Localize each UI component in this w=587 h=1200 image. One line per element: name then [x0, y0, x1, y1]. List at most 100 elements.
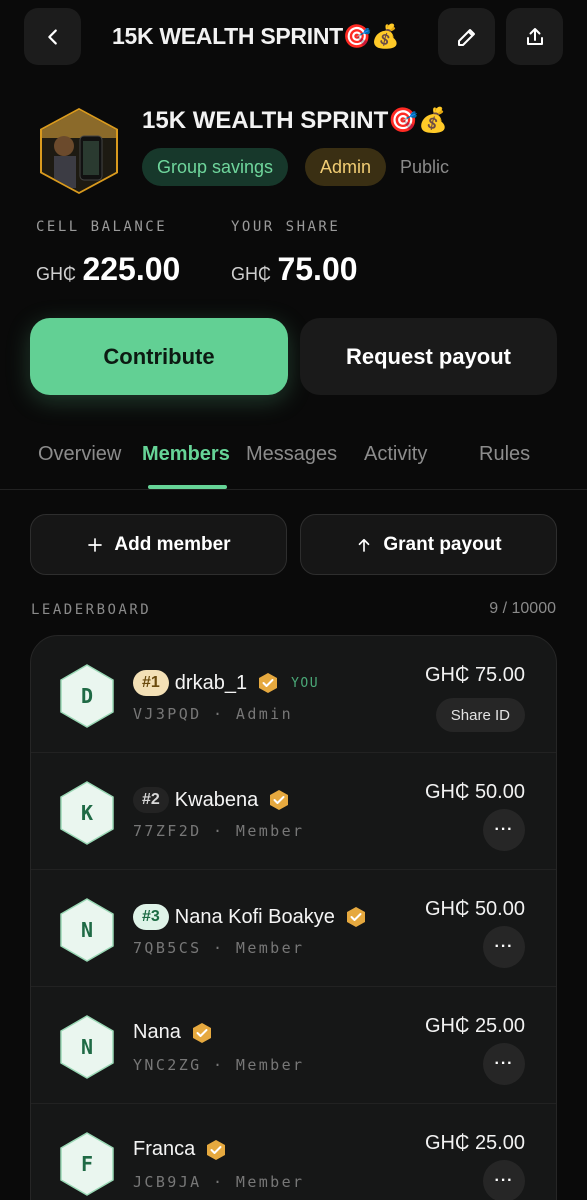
member-role: Member: [235, 822, 305, 840]
member-name: Nana Kofi Boakye: [174, 905, 335, 928]
member-name-line: Franca: [133, 1138, 227, 1161]
member-code: VJ3PQD: [133, 705, 202, 723]
member-avatar: N: [60, 1015, 114, 1079]
member-avatar: K: [60, 781, 114, 845]
member-initial: K: [81, 801, 93, 825]
currency-symbol: GH₵: [36, 264, 76, 284]
member-row[interactable]: K #2 Kwabena 77ZF2D · Member GH₵ 50.00 ·…: [31, 753, 556, 870]
leaderboard-list: D #1 drkab_1 YOU VJ3PQD · Admin GH₵ 75.0…: [30, 635, 557, 1200]
verified-badge-icon: [270, 790, 289, 810]
top-bar: 15K WEALTH SPRINT🎯💰: [24, 8, 563, 66]
member-name: Kwabena: [174, 788, 259, 811]
rank-badge: #3: [133, 904, 169, 930]
request-payout-button[interactable]: Request payout: [300, 318, 557, 395]
cell-balance-value: GH₵ 225.00: [36, 251, 180, 288]
add-member-label: Add member: [114, 533, 231, 555]
verified-badge-icon: [207, 1139, 226, 1160]
member-code: YNC2ZG: [133, 1056, 202, 1074]
your-share-amount: 75.00: [277, 251, 358, 287]
member-avatar: F: [60, 1132, 114, 1196]
role-badge: Admin: [305, 148, 387, 186]
arrow-up-icon: [359, 538, 370, 552]
group-type-badge: Group savings: [142, 148, 289, 186]
contribute-button[interactable]: Contribute: [30, 318, 288, 395]
more-options-button[interactable]: ···: [483, 1043, 525, 1085]
more-options-button[interactable]: ···: [483, 809, 525, 851]
add-member-button[interactable]: Add member: [30, 514, 287, 575]
your-share-value: GH₵ 75.00: [231, 251, 358, 288]
ellipsis-icon: ···: [494, 1172, 514, 1189]
back-button[interactable]: [24, 8, 81, 65]
member-row[interactable]: N Nana YNC2ZG · Member GH₵ 25.00 ···: [31, 987, 556, 1104]
member-amount: GH₵ 25.00: [424, 1015, 525, 1037]
currency-symbol: GH₵: [231, 264, 271, 284]
member-initial: N: [81, 1035, 93, 1059]
member-amount: GH₵ 50.00: [424, 898, 525, 920]
member-meta: YNC2ZG · Member: [133, 1056, 305, 1074]
member-code: 77ZF2D: [133, 822, 202, 840]
member-avatar: D: [60, 664, 114, 728]
member-name-line: Nana: [133, 1021, 213, 1044]
member-initial: F: [81, 1152, 93, 1176]
your-share-label: YOUR SHARE: [231, 219, 341, 235]
grant-payout-button[interactable]: Grant payout: [300, 514, 557, 575]
member-avatar: N: [60, 898, 114, 962]
verified-badge-icon: [192, 1022, 211, 1043]
member-role: Admin: [235, 705, 294, 723]
ellipsis-icon: ···: [494, 821, 514, 838]
visibility-label: Public: [400, 156, 450, 177]
tab-activity[interactable]: Activity: [364, 443, 427, 466]
tab-members[interactable]: Members: [142, 443, 230, 466]
page-title: 15K WEALTH SPRINT🎯💰: [112, 23, 400, 49]
member-amount: GH₵ 75.00: [424, 664, 525, 686]
more-options-button[interactable]: ···: [483, 1160, 525, 1200]
tab-messages[interactable]: Messages: [246, 443, 337, 466]
member-meta: 7QB5CS · Member: [133, 939, 305, 957]
member-name-line: #2 Kwabena: [133, 787, 290, 813]
member-row[interactable]: F Franca JCB9JA · Member GH₵ 25.00 ···: [31, 1104, 556, 1200]
cell-balance-amount: 225.00: [82, 251, 181, 287]
share-id-button[interactable]: Share ID: [435, 698, 525, 732]
member-code: 7QB5CS: [133, 939, 202, 957]
member-count: 9 / 10000: [489, 600, 556, 617]
pencil-icon: [457, 28, 475, 46]
share-button[interactable]: [506, 8, 563, 65]
verified-badge-icon: [346, 907, 365, 927]
group-name: 15K WEALTH SPRINT🎯💰: [142, 107, 448, 134]
tab-rules[interactable]: Rules: [479, 443, 530, 466]
member-role: Member: [235, 1056, 305, 1074]
member-row[interactable]: N #3 Nana Kofi Boakye 7QB5CS · Member GH…: [31, 870, 556, 987]
ellipsis-icon: ···: [494, 1055, 514, 1072]
member-name-line: #1 drkab_1 YOU: [133, 670, 319, 696]
group-avatar: [40, 108, 118, 194]
member-role: Member: [235, 1173, 305, 1191]
rank-badge: #1: [133, 670, 169, 696]
more-options-button[interactable]: ···: [483, 926, 525, 968]
edit-button[interactable]: [438, 8, 495, 65]
tabs-divider: [0, 489, 587, 490]
plus-icon: [88, 537, 103, 552]
member-amount: GH₵ 25.00: [424, 1132, 525, 1154]
member-name: Franca: [133, 1138, 196, 1160]
ellipsis-icon: ···: [494, 938, 514, 955]
chevron-left-icon: [47, 28, 57, 45]
upload-share-icon: [526, 27, 543, 45]
member-role: Member: [235, 939, 305, 957]
member-initial: D: [81, 684, 93, 708]
member-meta: 77ZF2D · Member: [133, 822, 305, 840]
rank-badge: #2: [133, 787, 169, 813]
cell-balance-label: CELL BALANCE: [36, 219, 168, 235]
verified-badge-icon: [259, 673, 278, 693]
tab-overview[interactable]: Overview: [38, 443, 121, 466]
grant-payout-label: Grant payout: [383, 533, 502, 555]
member-name-line: #3 Nana Kofi Boakye: [133, 904, 367, 930]
member-row[interactable]: D #1 drkab_1 YOU VJ3PQD · Admin GH₵ 75.0…: [31, 636, 556, 753]
leaderboard-label: LEADERBOARD: [31, 602, 152, 618]
member-amount: GH₵ 50.00: [424, 781, 525, 803]
member-code: JCB9JA: [133, 1173, 202, 1191]
member-meta: JCB9JA · Member: [133, 1173, 305, 1191]
member-initial: N: [81, 918, 93, 942]
member-meta: VJ3PQD · Admin: [133, 705, 294, 723]
member-name: drkab_1: [174, 671, 248, 694]
you-indicator: YOU: [291, 675, 320, 691]
